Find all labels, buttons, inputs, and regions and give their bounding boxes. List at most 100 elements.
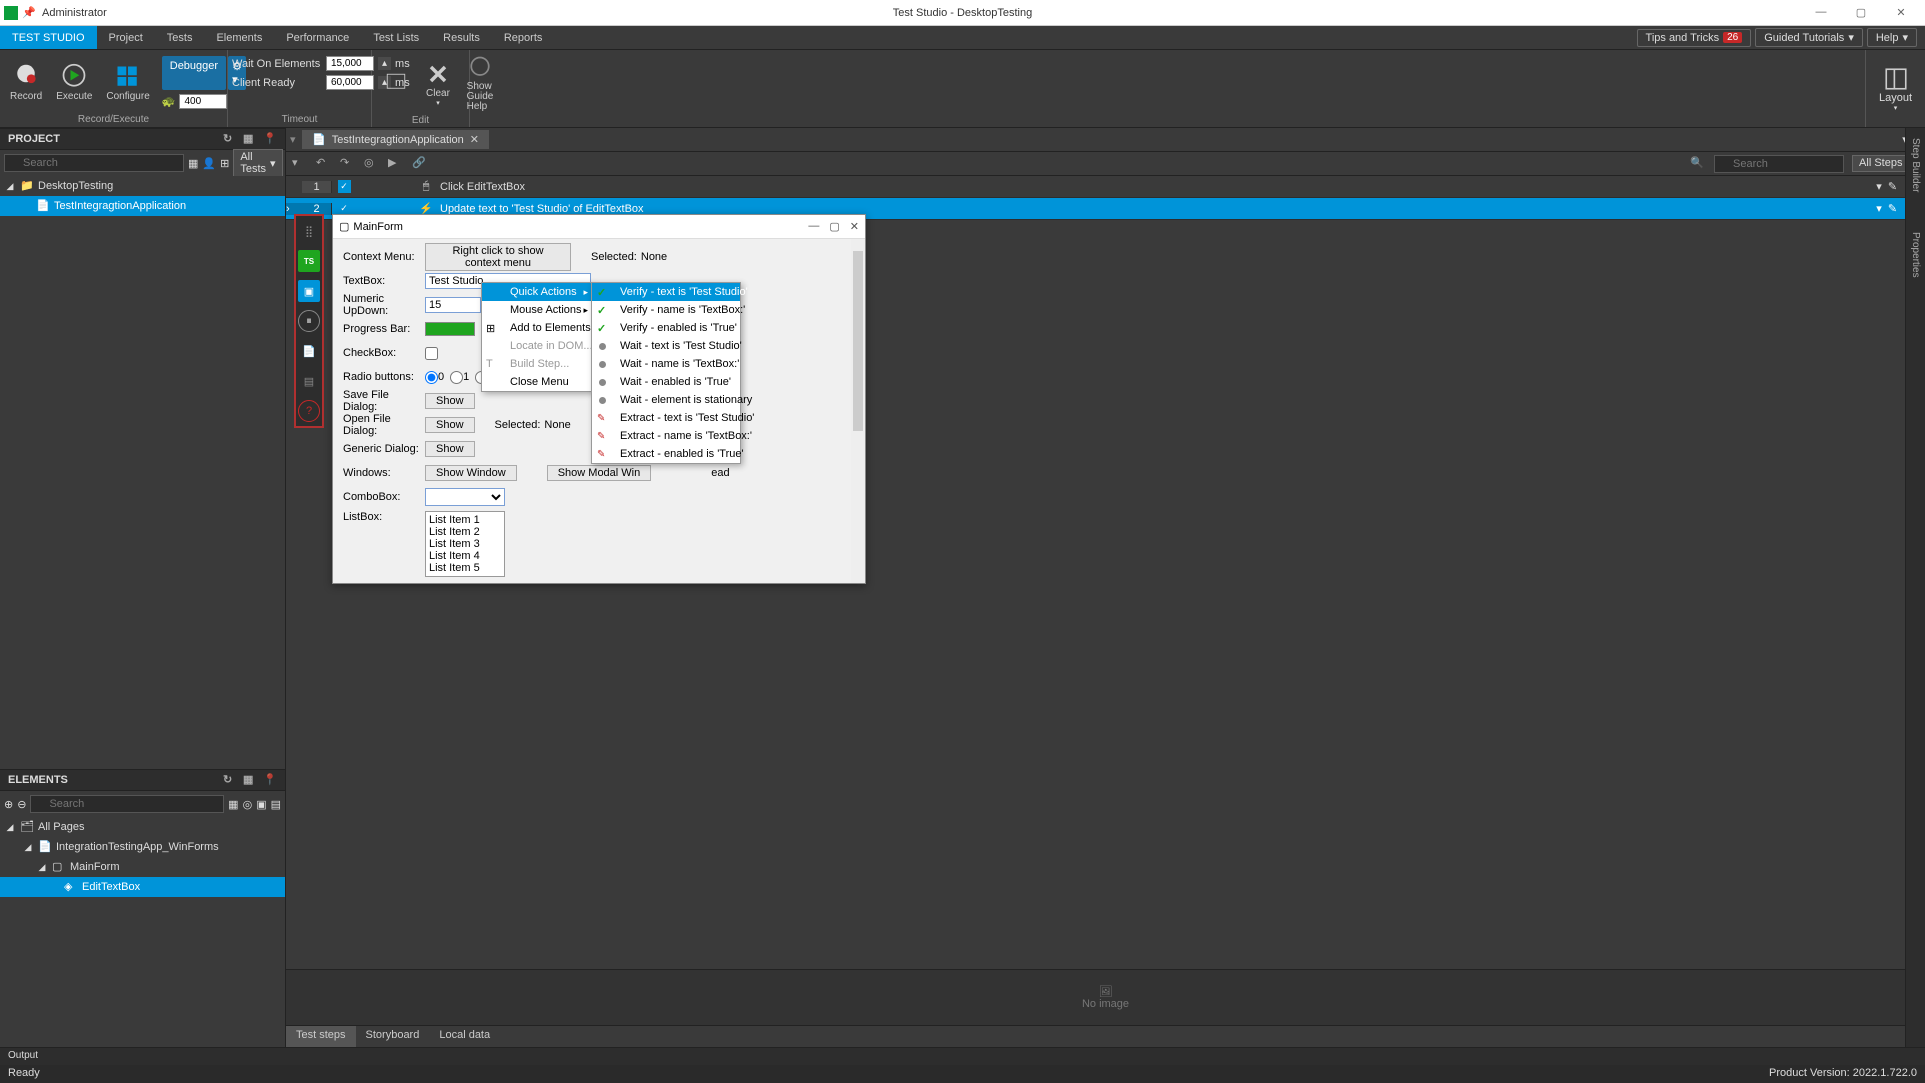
submenu-item[interactable]: ✎Extract - name is 'TextBox:' <box>592 427 740 445</box>
record-button[interactable]: Record <box>4 61 48 104</box>
side-properties[interactable]: Properties <box>1910 232 1921 278</box>
person-icon[interactable]: 👤 <box>202 157 216 170</box>
pin-icon[interactable]: 📍 <box>263 773 277 787</box>
submenu-item[interactable]: ✓Verify - enabled is 'True' <box>592 319 740 337</box>
rec-ts-icon[interactable]: TS <box>298 250 320 272</box>
save-show-button[interactable]: Show <box>425 393 475 409</box>
rec-doc-icon[interactable]: 📄 <box>298 340 320 362</box>
tab-storyboard[interactable]: Storyboard <box>356 1026 430 1047</box>
combobox[interactable] <box>425 488 505 506</box>
submenu-item[interactable]: ✎Extract - text is 'Test Studio' <box>592 409 740 427</box>
app-maximize-button[interactable]: ▢ <box>829 220 839 233</box>
el-tool-2-icon[interactable]: ◎ <box>243 798 253 811</box>
elements-page[interactable]: ◢ 📄 IntegrationTestingApp_WinForms <box>0 837 285 857</box>
steps-search-input[interactable] <box>1714 155 1844 173</box>
speed-input[interactable] <box>179 94 227 109</box>
menu-close[interactable]: Close Menu <box>482 373 592 391</box>
link-icon[interactable]: ⊖ <box>17 798 26 811</box>
show-guide-help-button[interactable]: Show Guide Help <box>460 52 500 114</box>
rec-pause-icon[interactable]: ⏸ <box>298 310 320 332</box>
project-filter-dropdown[interactable]: All Tests▾ <box>233 149 282 177</box>
add-icon[interactable]: ▦ <box>243 132 257 146</box>
refresh-icon[interactable]: ↻ <box>223 773 237 787</box>
list-item[interactable]: List Item 3 <box>429 538 501 550</box>
execute-button[interactable]: Execute <box>50 61 98 104</box>
show-window-button[interactable]: Show Window <box>425 465 517 481</box>
menu-tab-test-studio[interactable]: TEST STUDIO <box>0 26 97 49</box>
menu-tab-results[interactable]: Results <box>431 26 492 49</box>
grid-icon[interactable]: ⊞ <box>220 157 229 170</box>
drag-handle-icon[interactable]: ⣿ <box>298 220 320 242</box>
tab-test-steps[interactable]: Test steps <box>286 1026 356 1047</box>
undo-icon[interactable]: ↶ <box>316 156 332 172</box>
expand-icon[interactable]: ▾ <box>1876 202 1882 215</box>
elements-edittextbox[interactable]: ◈ EditTextBox <box>0 877 285 897</box>
submenu-item[interactable]: Wait - element is stationary <box>592 391 740 409</box>
run-step-icon[interactable]: ▶ <box>388 156 404 172</box>
menu-tab-tests[interactable]: Tests <box>155 26 205 49</box>
el-tool-3-icon[interactable]: ▣ <box>256 798 266 811</box>
doc-tab[interactable]: 📄 TestIntegragtionApplication ✕ <box>302 130 489 149</box>
clear-button[interactable]: Clear▾ <box>418 58 458 109</box>
tips-and-tricks-button[interactable]: Tips and Tricks 26 <box>1637 29 1752 47</box>
submenu-item[interactable]: Wait - name is 'TextBox:' <box>592 355 740 373</box>
step-checkbox[interactable]: ✓ <box>338 180 351 193</box>
elements-form[interactable]: ◢ ▢ MainForm <box>0 857 285 877</box>
rec-layers-icon[interactable]: ▤ <box>298 370 320 392</box>
pin-icon[interactable]: 📌 <box>22 6 36 20</box>
app-scrollbar[interactable] <box>851 239 865 583</box>
menu-tab-elements[interactable]: Elements <box>204 26 274 49</box>
menu-mouse-actions[interactable]: Mouse Actions▸ <box>482 301 592 319</box>
maximize-button[interactable]: ▢ <box>1841 6 1881 19</box>
list-item[interactable]: List Item 4 <box>429 550 501 562</box>
tab-local-data[interactable]: Local data <box>429 1026 500 1047</box>
context-menu-button[interactable]: Right click to show context menu <box>425 243 571 271</box>
pin-icon[interactable]: 📍 <box>263 132 277 146</box>
menu-tab-test-lists[interactable]: Test Lists <box>361 26 431 49</box>
project-search-input[interactable] <box>4 154 184 172</box>
guided-tutorials-button[interactable]: Guided Tutorials▾ <box>1755 28 1863 47</box>
client-ready-input[interactable] <box>326 75 374 90</box>
rec-help-icon[interactable]: ? <box>298 400 320 422</box>
submenu-item[interactable]: Wait - text is 'Test Studio' <box>592 337 740 355</box>
project-tree-test[interactable]: 📄 TestIntegragtionApplication <box>0 196 285 216</box>
list-item[interactable]: List Item 5 <box>429 562 501 574</box>
edit-icon[interactable]: ✎ <box>1888 202 1897 215</box>
prev-icon[interactable]: ▾ <box>292 156 308 172</box>
radio-0[interactable] <box>425 371 438 384</box>
menu-tab-performance[interactable]: Performance <box>274 26 361 49</box>
generic-show-button[interactable]: Show <box>425 441 475 457</box>
submenu-item[interactable]: ✓Verify - name is 'TextBox:' <box>592 301 740 319</box>
debugger-button[interactable]: Debugger <box>162 56 226 90</box>
menu-quick-actions[interactable]: Quick Actions▸ <box>482 283 592 301</box>
el-tool-1-icon[interactable]: ▦ <box>228 798 238 811</box>
menu-add-to-elements[interactable]: ⊞ Add to Elements... <box>482 319 592 337</box>
output-panel[interactable]: Output <box>0 1047 1925 1065</box>
redo-icon[interactable]: ↷ <box>340 156 356 172</box>
elements-all-pages[interactable]: ◢🗂 All Pages <box>0 817 285 837</box>
configure-button[interactable]: Configure <box>100 61 155 104</box>
listbox[interactable]: List Item 1 List Item 2 List Item 3 List… <box>425 511 505 577</box>
show-modal-button[interactable]: Show Modal Win <box>547 465 652 481</box>
el-tool-4-icon[interactable]: ▤ <box>271 798 281 811</box>
checkbox-input[interactable] <box>425 347 438 360</box>
step-row-1[interactable]: 1 ✓ 🖱 Click EditTextBox ▾ ✎ 🗑 <box>286 176 1925 198</box>
edit-icon[interactable]: ✎ <box>1888 180 1897 193</box>
numeric-input[interactable] <box>425 297 481 313</box>
project-tree-root[interactable]: ◢ 📁 DesktopTesting <box>0 176 285 196</box>
menu-tab-reports[interactable]: Reports <box>492 26 555 49</box>
link-icon[interactable]: 🔗 <box>412 156 428 172</box>
open-show-button[interactable]: Show <box>425 417 475 433</box>
menu-tab-project[interactable]: Project <box>97 26 155 49</box>
mark-icon[interactable]: ◎ <box>364 156 380 172</box>
edit-step-button[interactable] <box>376 67 416 99</box>
rec-highlight-icon[interactable]: ▣ <box>298 280 320 302</box>
expand-icon[interactable]: ▾ <box>1876 180 1882 193</box>
refresh-icon[interactable]: ↻ <box>223 132 237 146</box>
add-icon[interactable]: ▦ <box>243 773 257 787</box>
close-button[interactable]: ✕ <box>1881 6 1921 19</box>
layout-button[interactable]: Layout▾ <box>1865 50 1925 127</box>
close-tab-icon[interactable]: ✕ <box>470 133 479 146</box>
radio-1[interactable] <box>450 371 463 384</box>
elements-search-input[interactable] <box>30 795 224 813</box>
